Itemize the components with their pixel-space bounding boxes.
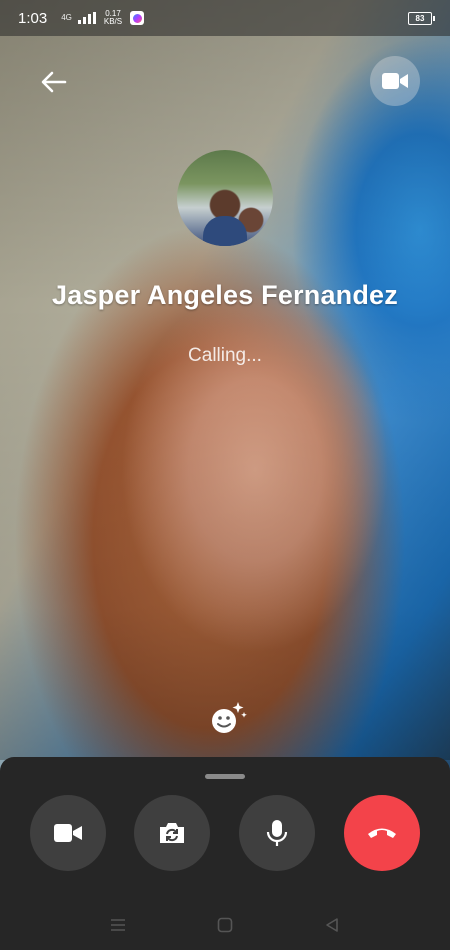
end-call-icon [368,828,396,838]
microphone-icon [266,820,288,846]
end-call-button[interactable] [344,795,420,871]
arrow-left-icon [41,71,67,93]
status-time: 1:03 [18,9,48,27]
camera-flip-icon [160,823,184,843]
system-nav-bar [0,900,450,950]
nav-back-button[interactable] [321,914,343,936]
caller-name: Jasper Angeles Fernandez [52,280,398,310]
mute-button[interactable] [239,795,315,871]
signal-icon [77,12,96,24]
back-button[interactable] [34,62,74,102]
status-bar: 1:03 4G 0.17 KB/S 83 [0,0,450,36]
network-speed: 0.17 KB/S [104,10,122,26]
battery-icon: 83 [408,12,435,25]
toggle-video-button[interactable] [370,56,420,106]
caller-avatar [177,150,273,246]
video-camera-icon [54,824,82,842]
home-icon [217,917,233,933]
back-triangle-icon [326,918,338,932]
messenger-icon [130,11,145,25]
flip-camera-button[interactable] [134,795,210,871]
drag-handle[interactable] [205,774,245,779]
nav-menu-button[interactable] [107,914,129,936]
video-camera-icon [382,73,408,89]
smiley-sparkle-icon [212,702,247,733]
call-status: Calling... [188,345,262,366]
menu-icon [111,919,125,931]
nav-home-button[interactable] [214,914,236,936]
video-button[interactable] [30,795,106,871]
network-type: 4G [61,13,72,22]
effects-button[interactable] [205,696,249,740]
network-speed-unit: KB/S [103,17,123,26]
